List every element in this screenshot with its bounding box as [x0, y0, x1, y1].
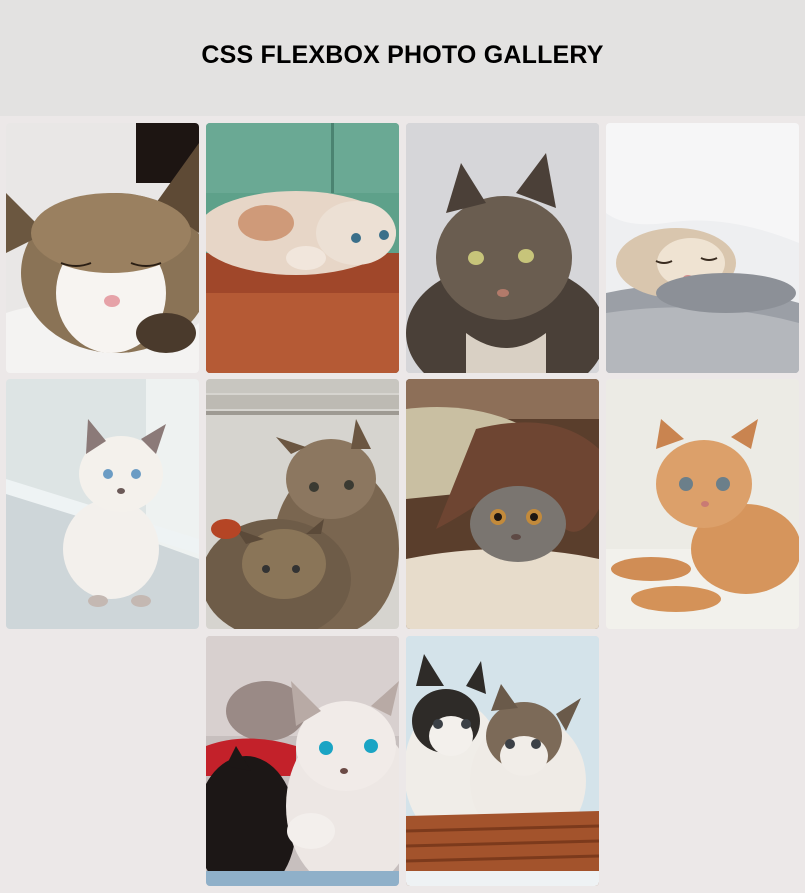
cat-under-blanket-image — [406, 379, 599, 629]
gallery-photo-1[interactable] — [6, 123, 199, 373]
gallery-photo-3[interactable] — [406, 123, 599, 373]
gallery-photo-2[interactable] — [206, 123, 399, 373]
kitten-under-duvet-image — [606, 123, 799, 373]
sleeping-kitten-image — [6, 123, 199, 373]
kittens-in-basket-image — [406, 636, 599, 886]
gallery-photo-5[interactable] — [6, 379, 199, 629]
page-header: CSS FLEXBOX PHOTO GALLERY — [0, 0, 805, 116]
gallery-photo-4[interactable] — [606, 123, 799, 373]
gallery-photo-9[interactable] — [206, 636, 399, 886]
upside-down-cat-image — [206, 123, 399, 373]
gallery-photo-8[interactable] — [606, 379, 799, 629]
blue-eyed-kitten-image — [206, 636, 399, 886]
page-title: CSS FLEXBOX PHOTO GALLERY — [201, 40, 604, 69]
gallery-photo-7[interactable] — [406, 379, 599, 629]
white-siamese-kitten-image — [6, 379, 199, 629]
ginger-kitten-image — [606, 379, 799, 629]
two-tabby-kittens-image — [206, 379, 399, 629]
gallery-photo-10[interactable] — [406, 636, 599, 886]
photo-gallery — [0, 116, 805, 893]
tabby-cat-sitting-image — [406, 123, 599, 373]
gallery-photo-6[interactable] — [206, 379, 399, 629]
